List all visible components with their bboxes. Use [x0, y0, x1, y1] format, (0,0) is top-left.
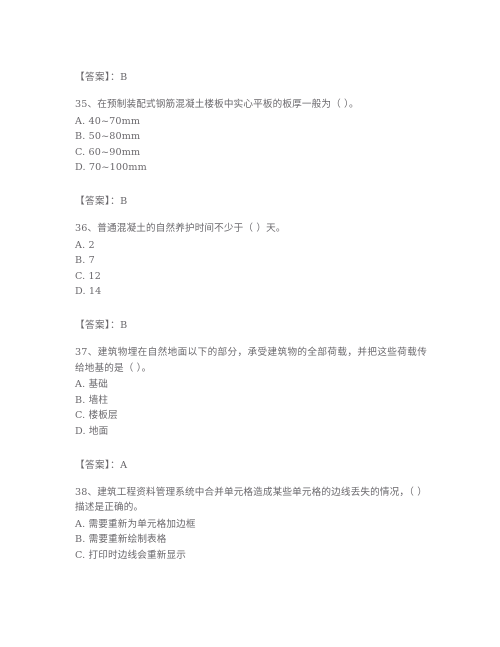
answer-label: 【答案】：	[75, 195, 121, 207]
question-block-35: 35、在预制装配式钢筋混凝土楼板中实心平板的板厚一般为（ ）。 A. 40~70…	[75, 97, 427, 176]
answer-label: 【答案】：	[75, 319, 121, 331]
answer-block: 【答案】：B	[75, 194, 427, 210]
option-item[interactable]: D. 14	[75, 284, 427, 300]
question-block-38: 38、建筑工程资料管理系统中合并单元格造成某些单元格的边线丢失的情况，（ ）描述…	[75, 485, 427, 564]
question-stem: 36、普通混凝土的自然养护时间不少于（ ）天。	[75, 222, 286, 234]
document-page: 【答案】：B 35、在预制装配式钢筋混凝土楼板中实心平板的板厚一般为（ ）。 A…	[0, 0, 500, 647]
question-block-36: 36、普通混凝土的自然养护时间不少于（ ）天。 A. 2 B. 7 C. 12 …	[75, 221, 427, 300]
option-list: A. 需要重新为单元格加边框 B. 需要重新绘制表格 C. 打印时边线会重新显示	[75, 517, 427, 564]
option-item[interactable]: B. 50~80mm	[75, 129, 427, 145]
option-item[interactable]: C. 60~90mm	[75, 145, 427, 161]
option-item[interactable]: A. 基础	[75, 377, 427, 393]
option-list: A. 基础 B. 墙柱 C. 楼板层 D. 地面	[75, 377, 427, 439]
question-stem: 37、建筑物埋在自然地面以下的部分，承受建筑物的全部荷载，并把这些荷载传给地基的…	[75, 346, 427, 374]
answer-value: B	[120, 195, 128, 207]
option-list: A. 2 B. 7 C. 12 D. 14	[75, 238, 427, 300]
document-body: 【答案】：B 35、在预制装配式钢筋混凝土楼板中实心平板的板厚一般为（ ）。 A…	[75, 70, 427, 563]
option-item[interactable]: A. 需要重新为单元格加边框	[75, 517, 427, 533]
answer-block: 【答案】：B	[75, 318, 427, 334]
answer-value: B	[120, 319, 128, 331]
question-stem: 38、建筑工程资料管理系统中合并单元格造成某些单元格的边线丢失的情况，（ ）描述…	[75, 486, 427, 514]
option-item[interactable]: A. 2	[75, 238, 427, 254]
option-item[interactable]: B. 墙柱	[75, 393, 427, 409]
answer-block: 【答案】：B	[75, 70, 427, 86]
answer-line: 【答案】：A	[75, 458, 427, 474]
answer-line: 【答案】：B	[75, 318, 427, 334]
option-item[interactable]: D. 地面	[75, 424, 427, 440]
answer-label: 【答案】：	[75, 459, 121, 471]
option-item[interactable]: D. 70~100mm	[75, 160, 427, 176]
answer-block: 【答案】：A	[75, 458, 427, 474]
answer-line: 【答案】：B	[75, 194, 427, 210]
option-item[interactable]: C. 楼板层	[75, 408, 427, 424]
answer-line: 【答案】：B	[75, 70, 427, 86]
answer-value: B	[120, 72, 128, 83]
option-item[interactable]: C. 12	[75, 269, 427, 285]
option-item[interactable]: B. 需要重新绘制表格	[75, 532, 427, 548]
answer-label: 【答案】：	[75, 72, 121, 83]
option-item[interactable]: C. 打印时边线会重新显示	[75, 548, 427, 564]
question-block-37: 37、建筑物埋在自然地面以下的部分，承受建筑物的全部荷载，并把这些荷载传给地基的…	[75, 345, 427, 440]
question-stem: 35、在预制装配式钢筋混凝土楼板中实心平板的板厚一般为（ ）。	[75, 99, 359, 110]
option-list: A. 40~70mm B. 50~80mm C. 60~90mm D. 70~1…	[75, 114, 427, 176]
answer-value: A	[120, 459, 128, 471]
option-item[interactable]: B. 7	[75, 253, 427, 269]
option-item[interactable]: A. 40~70mm	[75, 114, 427, 130]
